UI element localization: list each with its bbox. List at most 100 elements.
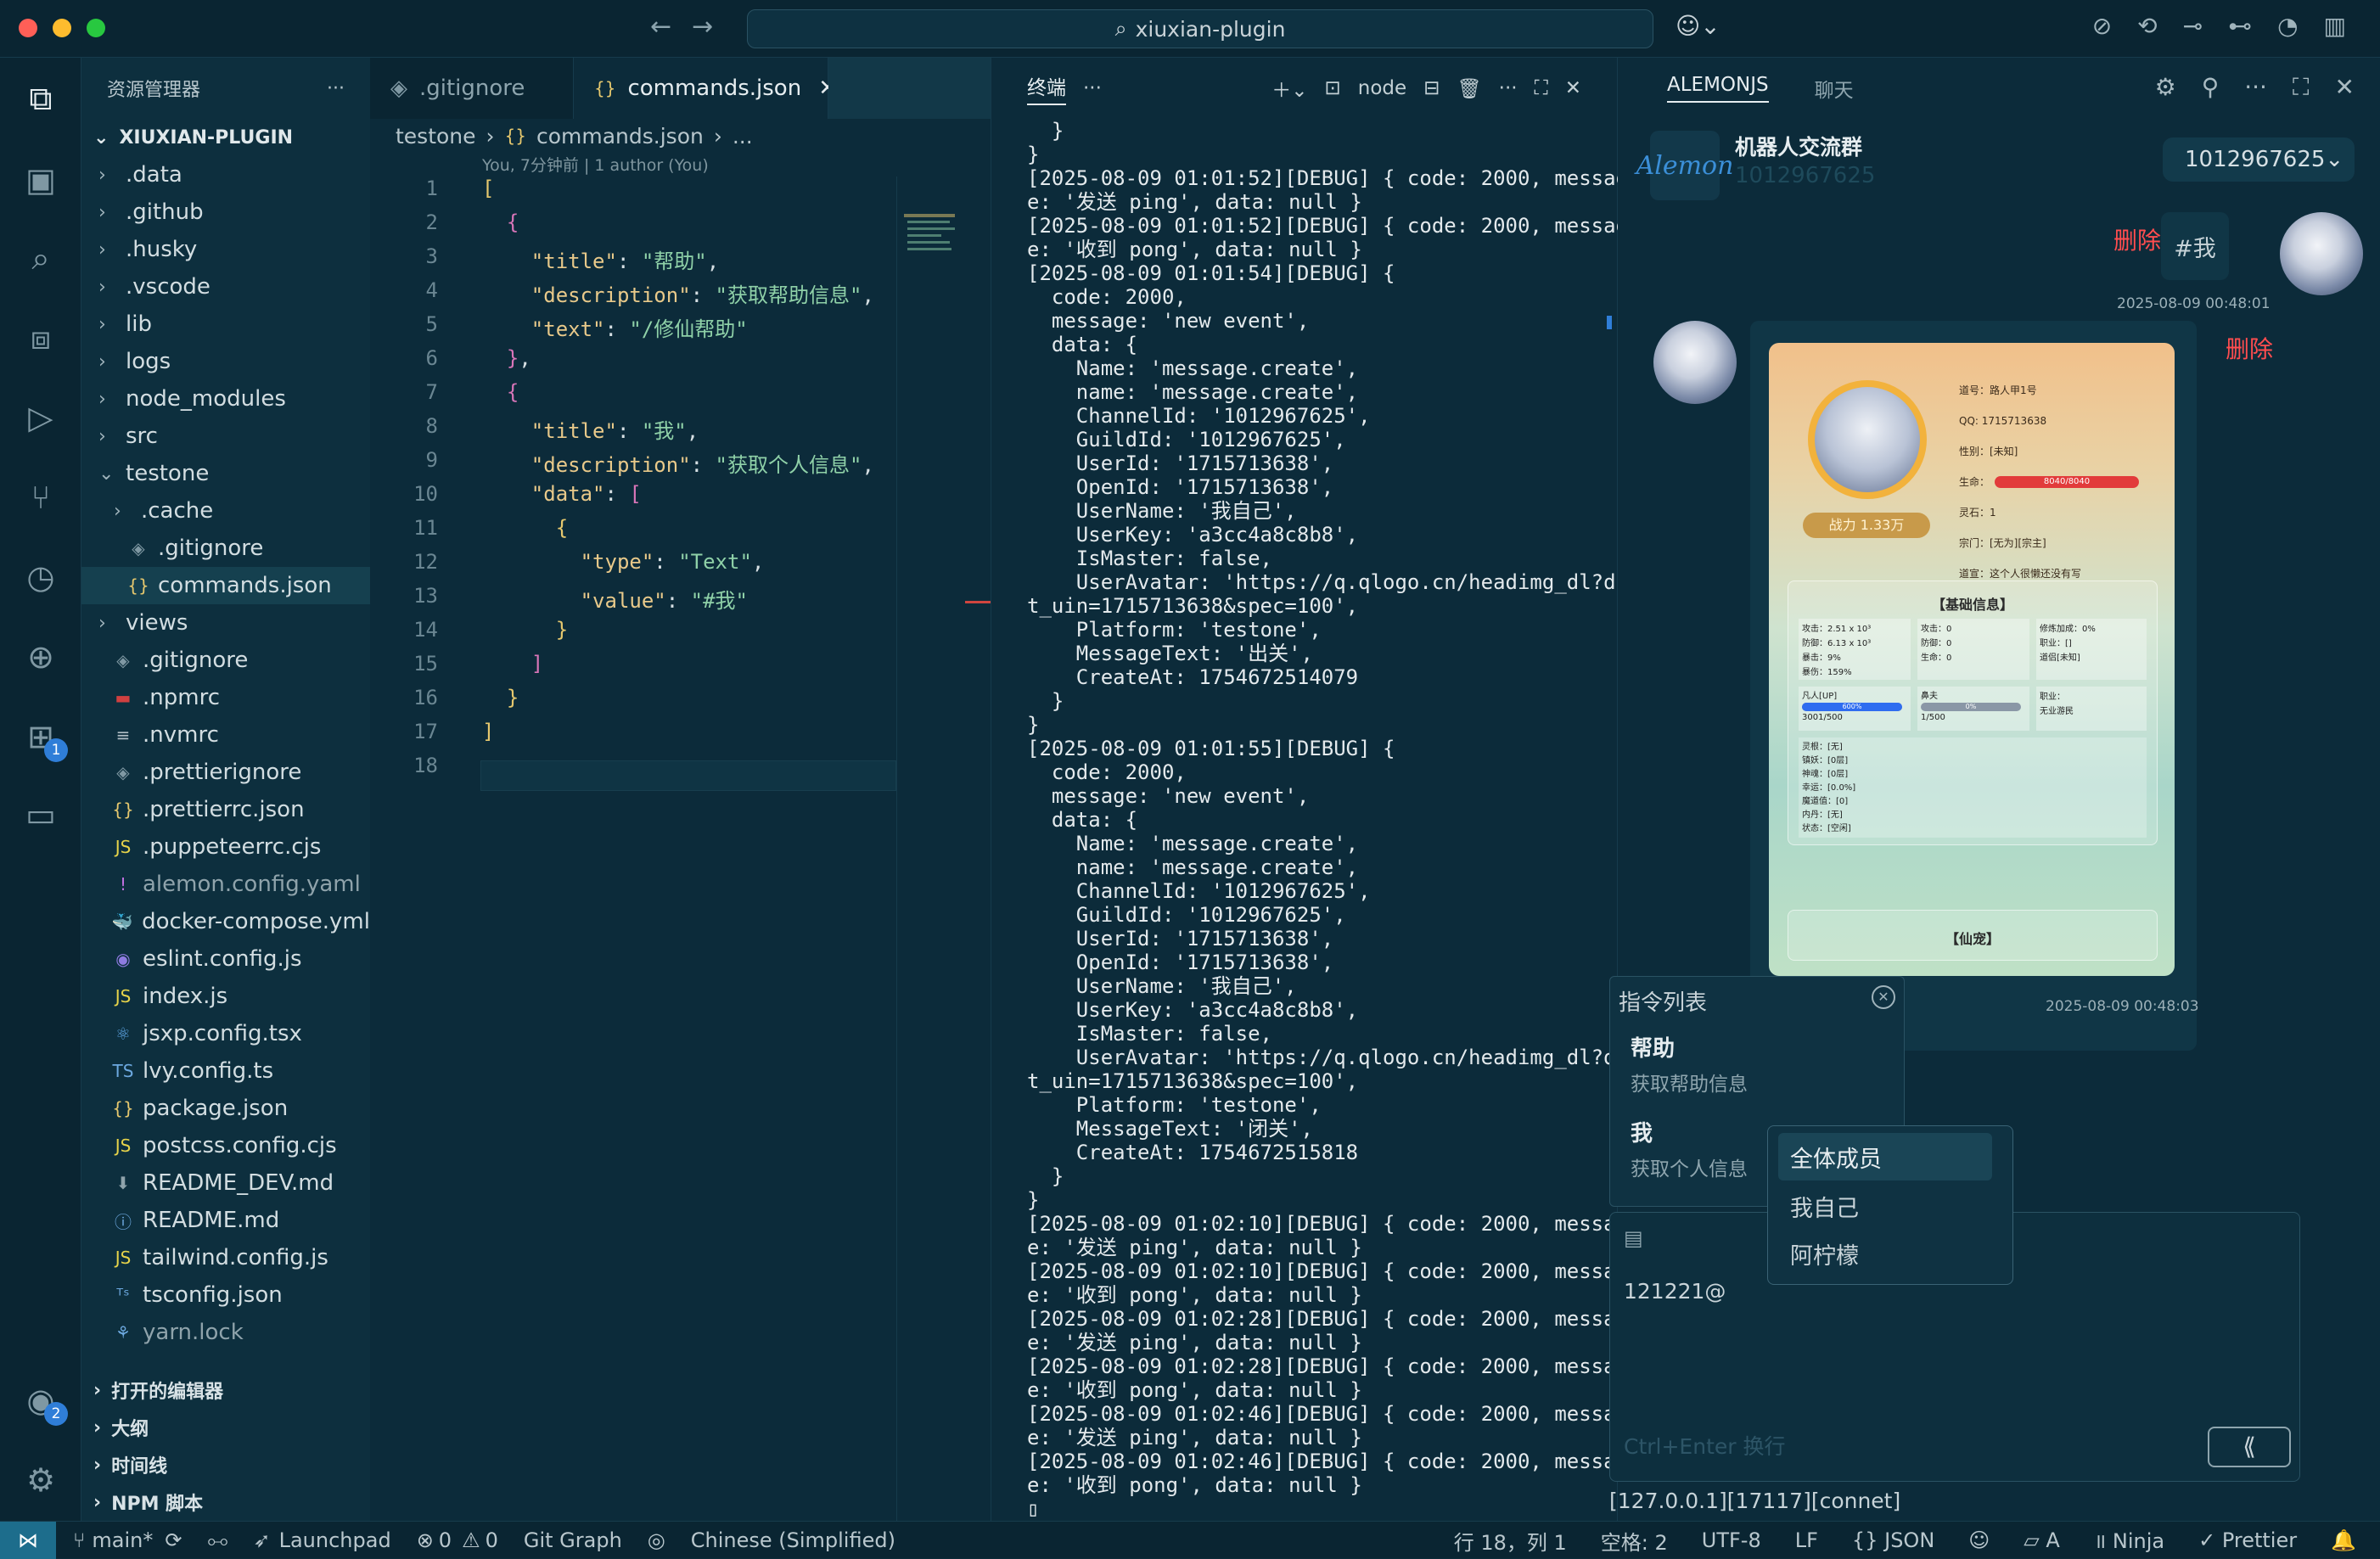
file-tree-item[interactable]: › .data — [81, 156, 370, 193]
command-item-help[interactable]: 帮助 获取帮助信息 — [1610, 1021, 1904, 1106]
file-tree-item[interactable]: ! alemon.config.yaml — [81, 866, 370, 903]
forward-arrow-icon[interactable]: → — [692, 12, 713, 42]
gear-icon[interactable]: ⚙ — [19, 1458, 63, 1502]
eol[interactable]: LF — [1795, 1528, 1818, 1552]
hide-icon[interactable]: ⊘ — [2092, 12, 2112, 40]
more-icon[interactable]: ··· — [327, 78, 345, 99]
file-tree-item[interactable]: › node_modules — [81, 380, 370, 418]
prettier-indicator[interactable]: ✓ Prettier — [2198, 1528, 2297, 1552]
git-compare-icon[interactable]: ⧟ — [207, 1528, 227, 1552]
encoding[interactable]: UTF-8 — [1702, 1528, 1761, 1552]
box-icon[interactable]: ▣ — [19, 158, 63, 202]
codelens-blame[interactable]: You, 7分钟前 | 1 author (You) — [370, 153, 991, 175]
remote-explorer-icon[interactable]: ▭ — [19, 793, 63, 837]
file-tree-item[interactable]: ⬇ README_DEV.md — [81, 1164, 370, 1202]
language-pack[interactable]: Chinese (Simplified) — [691, 1528, 895, 1552]
channel-select[interactable]: 1012967625 ⌄ — [2163, 137, 2355, 182]
file-tree-item[interactable]: ⚛ jsxp.config.tsx — [81, 1015, 370, 1052]
tab-gitignore[interactable]: ◈ .gitignore — [370, 58, 574, 119]
file-tree-item[interactable]: ◈ .prettierignore — [81, 754, 370, 791]
file-tree-item[interactable]: {} package.json — [81, 1090, 370, 1127]
new-terminal-icon[interactable]: ＋⌄ — [1271, 74, 1307, 103]
source-control-icon[interactable]: ⑂ — [19, 475, 63, 519]
bell-icon[interactable]: 🔔 — [2331, 1528, 2356, 1552]
run-debug-icon[interactable]: ▷ — [19, 395, 63, 440]
commit-icon[interactable]: ⊸ — [2183, 12, 2203, 40]
sync-icon[interactable]: ⟲ — [2137, 12, 2157, 40]
font-indicator[interactable]: ▱ A — [2024, 1528, 2060, 1552]
copilot-icon[interactable]: ☺ — [1968, 1528, 1990, 1552]
terminal-output[interactable]: } } [2025-08-09 01:01:52][DEBUG] { code:… — [1027, 119, 1628, 1521]
file-tree-item[interactable]: ≡ .nvmrc — [81, 716, 370, 754]
sync-icon[interactable]: ⟳ — [165, 1528, 182, 1552]
more-icon[interactable]: ··· — [1499, 77, 1518, 99]
file-tree-item[interactable]: {} .prettierrc.json — [81, 791, 370, 828]
git-graph-icon[interactable]: ⊕ — [19, 635, 63, 679]
extensions-icon[interactable]: ⊞ 1 — [19, 715, 68, 762]
history-icon[interactable]: ◷ — [19, 555, 63, 599]
file-tree-item[interactable]: 🐳 docker-compose.yml — [81, 903, 370, 940]
delete-button[interactable]: 删除 — [2113, 222, 2161, 256]
workspace-root[interactable]: ⌄ XIUXIAN-PLUGIN — [81, 119, 370, 156]
maximize-icon[interactable]: ⛶ — [2293, 73, 2310, 102]
more-icon[interactable]: ··· — [1083, 77, 1102, 99]
file-tree-item[interactable]: JS index.js — [81, 978, 370, 1015]
section-timeline[interactable]: › 时间线 — [81, 1446, 370, 1483]
explorer-icon[interactable]: ⧉ — [19, 76, 63, 121]
tab-alemonjs[interactable]: ALEMONJS — [1667, 74, 1769, 103]
zoom-window-button[interactable] — [87, 19, 105, 37]
pin-icon[interactable]: ⚲ — [2202, 73, 2220, 102]
file-tree-item[interactable]: › .husky — [81, 231, 370, 268]
tab-commands-json[interactable]: {} commands.json ✕ — [574, 58, 837, 119]
account-icon[interactable]: ◉ 2 — [19, 1378, 68, 1426]
launchpad[interactable]: Launchpad — [279, 1528, 391, 1552]
language-mode[interactable]: {} JSON — [1852, 1528, 1934, 1552]
message-input-value[interactable]: 121221@ — [1624, 1279, 1726, 1304]
breadcrumb-symbol[interactable]: ... — [733, 124, 753, 149]
file-tree-item[interactable]: JS tailwind.config.js — [81, 1239, 370, 1276]
error-count[interactable]: 0 — [439, 1528, 452, 1552]
compare-icon[interactable]: ⊷ — [2228, 12, 2252, 40]
broadcast-icon[interactable]: ◎ — [648, 1528, 665, 1552]
file-tree-item[interactable]: › .cache — [81, 492, 370, 530]
copilot-icon[interactable]: ☺⌄ — [1676, 12, 1720, 40]
file-tree-item[interactable]: › lib — [81, 306, 370, 343]
terminal-tab[interactable]: 终端 — [1027, 71, 1066, 105]
file-tree-item[interactable]: ◈ .gitignore — [81, 642, 370, 679]
remote-indicator-icon[interactable]: ⋈ — [0, 1522, 56, 1559]
close-icon[interactable]: ✕ — [1565, 77, 1581, 99]
breadcrumb-file[interactable]: commands.json — [536, 124, 704, 149]
maximize-icon[interactable]: ⛶ — [1535, 77, 1548, 99]
file-tree-item[interactable]: ⚘ yarn.lock — [81, 1314, 370, 1351]
section-open-editors[interactable]: › 打开的编辑器 — [81, 1371, 370, 1409]
file-tree-item[interactable]: › .github — [81, 193, 370, 231]
file-tree-item[interactable]: ◉ eslint.config.js — [81, 940, 370, 978]
close-icon[interactable]: ✕ — [2335, 73, 2355, 102]
close-window-button[interactable] — [19, 19, 37, 37]
mention-option[interactable]: 我自己 — [1778, 1182, 1992, 1230]
trash-icon[interactable]: 🗑 — [1457, 77, 1481, 100]
command-center-search[interactable]: ⌕ xiuxian-plugin — [747, 9, 1653, 48]
file-tree-item[interactable]: ▬ .npmrc — [81, 679, 370, 716]
more-icon[interactable]: ··· — [2244, 73, 2267, 102]
file-tree-item[interactable]: {} commands.json — [81, 567, 370, 604]
breadcrumb-folder[interactable]: testone — [396, 124, 476, 149]
tab-chat[interactable]: 聊天 — [1815, 74, 1854, 103]
minimap[interactable] — [896, 177, 991, 1521]
back-arrow-icon[interactable]: ← — [650, 12, 671, 42]
branch-name[interactable]: main* — [92, 1528, 153, 1552]
extensions-remote-icon[interactable]: ⧈ — [19, 316, 63, 360]
image-upload-icon[interactable]: ▤ — [1624, 1226, 1643, 1250]
split-terminal-icon[interactable]: ⊟ — [1423, 77, 1440, 99]
terminal-shell-name[interactable]: node — [1358, 77, 1406, 99]
ninja-indicator[interactable]: ॥ Ninja — [2094, 1527, 2164, 1555]
file-tree-item[interactable]: ◈ .gitignore — [81, 530, 370, 567]
send-button[interactable]: ⟪ — [2208, 1427, 2291, 1467]
section-outline[interactable]: › 大纲 — [81, 1409, 370, 1446]
section-npm-scripts[interactable]: › NPM 脚本 — [81, 1483, 370, 1521]
file-tree-item[interactable]: › logs — [81, 343, 370, 380]
toggle-sidebar-icon[interactable]: ▥ — [2324, 12, 2346, 40]
bot-icon[interactable]: ⚙ — [2155, 73, 2176, 102]
cursor-position[interactable]: 行 18，列 1 — [1454, 1526, 1567, 1556]
file-tree-item[interactable]: JS postcss.config.cjs — [81, 1127, 370, 1164]
